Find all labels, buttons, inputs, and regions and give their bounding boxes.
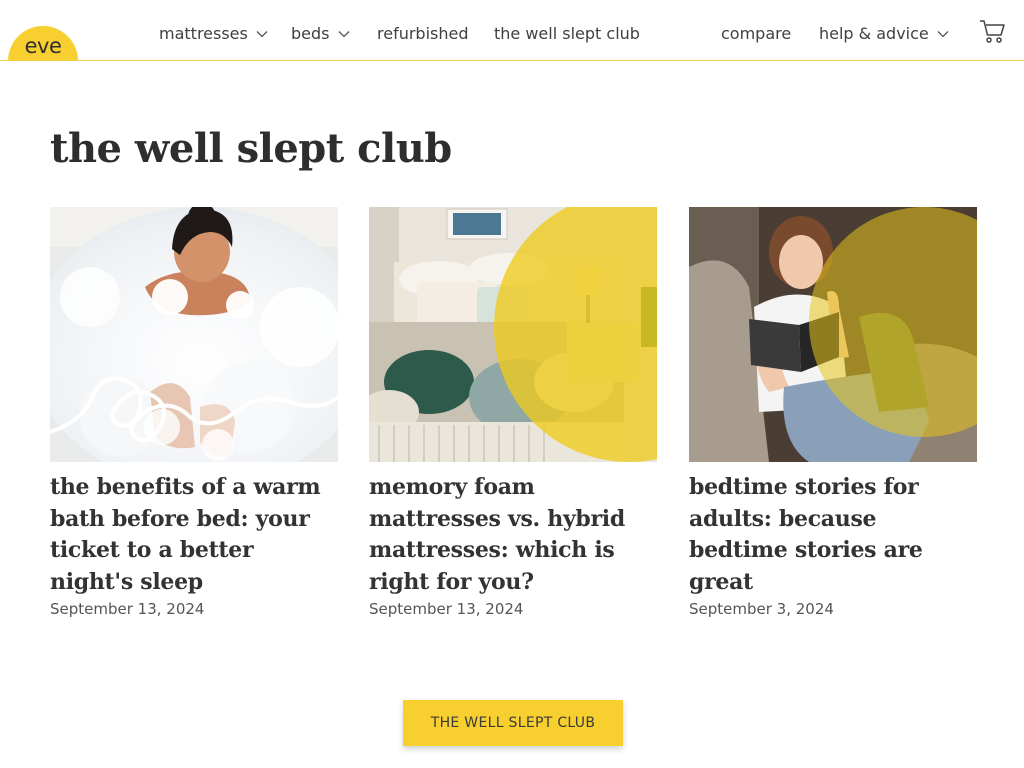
nav-item-refurbished[interactable]: refurbished bbox=[377, 24, 469, 43]
cart-icon[interactable] bbox=[978, 18, 1006, 46]
article-image-bath[interactable] bbox=[50, 207, 338, 462]
logo-text: eve bbox=[24, 34, 62, 58]
nav-label: compare bbox=[721, 24, 792, 43]
nav-label: mattresses bbox=[159, 24, 248, 43]
eve-logo[interactable]: eve bbox=[8, 26, 78, 60]
article-title[interactable]: the benefits of a warm bath before bed: … bbox=[50, 472, 338, 598]
article-card[interactable]: the benefits of a warm bath before bed: … bbox=[50, 207, 338, 618]
article-title[interactable]: bedtime stories for adults: because bedt… bbox=[689, 472, 977, 598]
nav-item-compare[interactable]: compare bbox=[721, 24, 791, 43]
nav-item-beds[interactable]: beds bbox=[291, 24, 350, 43]
well-slept-club-button-label: THE WELL SLEPT CLUB bbox=[430, 715, 596, 731]
well-slept-club-button[interactable]: THE WELL SLEPT CLUB bbox=[403, 700, 623, 746]
article-image-reading[interactable] bbox=[689, 207, 977, 462]
nav-item-well-slept-club[interactable]: the well slept club bbox=[494, 24, 640, 43]
article-card[interactable]: bedtime stories for adults: because bedt… bbox=[689, 207, 977, 618]
article-date: September 13, 2024 bbox=[50, 600, 205, 618]
article-date: September 3, 2024 bbox=[689, 600, 834, 618]
chevron-down-icon bbox=[256, 30, 268, 37]
article-title[interactable]: memory foam mattresses vs. hybrid mattre… bbox=[369, 472, 657, 598]
woman-in-bubble-bath-photo bbox=[50, 207, 338, 462]
page-title: the well slept club bbox=[50, 125, 452, 172]
article-image-bedroom[interactable] bbox=[369, 207, 657, 462]
bedroom-with-patterned-quilt-photo bbox=[369, 207, 657, 462]
nav-item-help-advice[interactable]: help & advice bbox=[819, 24, 949, 43]
nav-label: beds bbox=[291, 24, 330, 43]
nav-item-mattresses[interactable]: mattresses bbox=[159, 24, 268, 43]
nav-label: help & advice bbox=[819, 24, 929, 43]
article-date: September 13, 2024 bbox=[369, 600, 524, 618]
site-header: eve mattresses beds refurbished the well… bbox=[0, 0, 1024, 61]
nav-label: refurbished bbox=[377, 24, 469, 43]
nav-label: the well slept club bbox=[494, 24, 640, 43]
article-card[interactable]: memory foam mattresses vs. hybrid mattre… bbox=[369, 207, 657, 618]
chevron-down-icon bbox=[338, 30, 349, 37]
chevron-down-icon bbox=[937, 30, 949, 37]
girl-reading-book-on-couch-photo bbox=[689, 207, 977, 462]
